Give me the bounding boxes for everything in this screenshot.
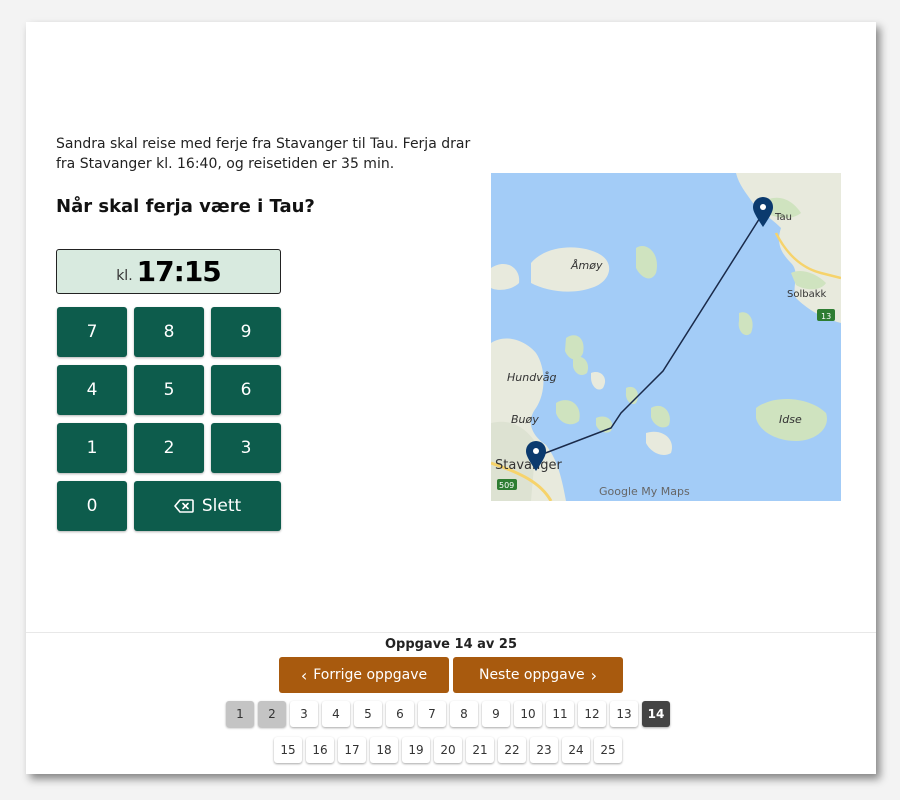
key-9[interactable]: 9 [211,307,281,357]
page-button-13[interactable]: 13 [610,701,638,727]
map-label-amoy: Åmøy [570,259,603,272]
page-button-20[interactable]: 20 [434,737,462,763]
page-button-17[interactable]: 17 [338,737,366,763]
answer-prefix: kl. [116,267,133,284]
map-label-stavanger: Stavanger [495,458,562,473]
page-button-3[interactable]: 3 [290,701,318,727]
delete-button[interactable]: Slett [134,481,281,531]
task-description: Sandra skal reise med ferje fra Stavange… [56,136,471,172]
key-6[interactable]: 6 [211,365,281,415]
page-button-1[interactable]: 1 [226,701,254,727]
page-button-19[interactable]: 19 [402,737,430,763]
answer-value: 17:15 [136,255,222,288]
page-button-11[interactable]: 11 [546,701,574,727]
page-button-24[interactable]: 24 [562,737,590,763]
chevron-right-icon: › [590,665,598,685]
backspace-icon [174,499,194,513]
task-question: Når skal ferja være i Tau? [56,196,315,217]
task-counter: Oppgave 14 av 25 [384,637,518,652]
key-1[interactable]: 1 [57,423,127,473]
page-button-21[interactable]: 21 [466,737,494,763]
key-4[interactable]: 4 [57,365,127,415]
map-label-idse: Idse [779,413,802,426]
previous-task-label: Forrige oppgave [313,667,428,683]
key-7[interactable]: 7 [57,307,127,357]
road-509-label: 509 [499,481,514,490]
next-task-label: Neste oppgave [478,667,585,683]
key-8[interactable]: 8 [134,307,204,357]
map-attribution: Google My Maps [599,485,690,498]
map-label-tau: Tau [774,212,792,223]
page-button-12[interactable]: 12 [578,701,606,727]
page-button-7[interactable]: 7 [418,701,446,727]
previous-task-button[interactable]: ‹ Forrige oppgave [279,657,449,693]
task-card: Sandra skal reise med ferje fra Stavange… [26,22,876,774]
answer-display: kl. 17:15 [56,249,281,294]
key-2[interactable]: 2 [134,423,204,473]
page-button-14[interactable]: 14 [642,701,670,727]
page-button-10[interactable]: 10 [514,701,542,727]
key-3[interactable]: 3 [211,423,281,473]
page-button-4[interactable]: 4 [322,701,350,727]
page-button-25[interactable]: 25 [594,737,622,763]
delete-label: Slett [201,496,242,516]
chevron-left-icon: ‹ [300,665,308,685]
key-0[interactable]: 0 [57,481,127,531]
footer-divider [26,632,876,633]
page-button-16[interactable]: 16 [306,737,334,763]
next-task-button[interactable]: Neste oppgave › [453,657,623,693]
page-button-6[interactable]: 6 [386,701,414,727]
page-button-23[interactable]: 23 [530,737,558,763]
map-label-solbakk: Solbakk [787,289,827,300]
road-13-label: 13 [821,312,831,321]
page-button-9[interactable]: 9 [482,701,510,727]
map-label-buoy: Buøy [511,413,539,426]
route-map[interactable]: 13 509 Tau Åmøy Solbakk Hundvåg Buøy Ids… [491,173,841,501]
page-button-15[interactable]: 15 [274,737,302,763]
page-button-8[interactable]: 8 [450,701,478,727]
page-button-5[interactable]: 5 [354,701,382,727]
map-label-hundvag: Hundvåg [507,371,556,384]
page-button-18[interactable]: 18 [370,737,398,763]
key-5[interactable]: 5 [134,365,204,415]
map-image: 13 509 Tau Åmøy Solbakk Hundvåg Buøy Ids… [491,173,841,501]
page-button-22[interactable]: 22 [498,737,526,763]
page-button-2[interactable]: 2 [258,701,286,727]
